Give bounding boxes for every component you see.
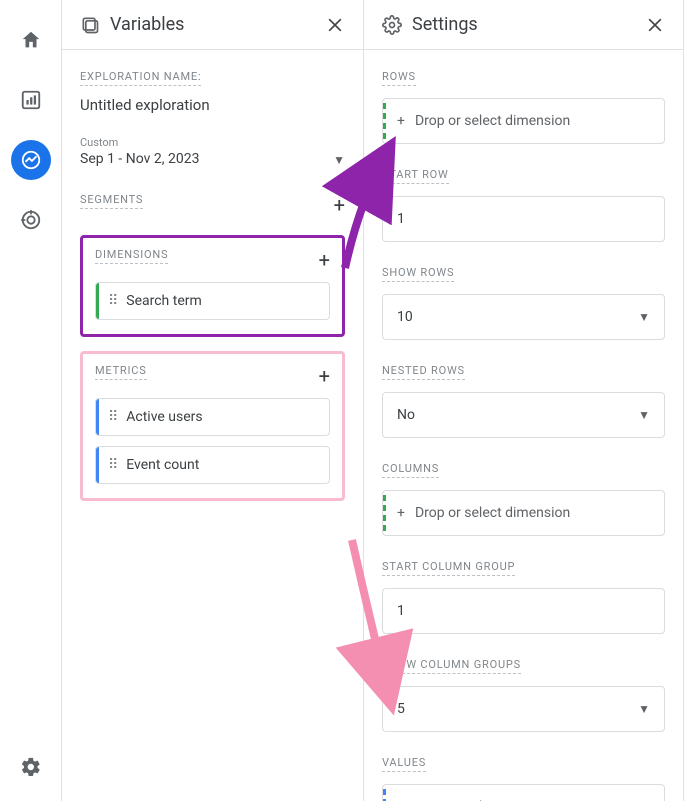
chevron-down-icon: ▼: [638, 310, 650, 324]
advertising-icon[interactable]: [11, 200, 51, 240]
start-col-input[interactable]: 1: [382, 588, 665, 634]
dimensions-label: DIMENSIONS: [95, 248, 168, 264]
add-segment-button[interactable]: +: [334, 195, 345, 215]
chevron-down-icon: ▼: [333, 153, 345, 167]
chevron-down-icon: ▼: [638, 702, 650, 716]
settings-title: Settings: [412, 14, 635, 35]
metrics-label: METRICS: [95, 364, 147, 380]
exploration-name-label: EXPLORATION NAME:: [80, 70, 201, 86]
show-col-select[interactable]: 5 ▼: [382, 686, 665, 732]
plus-icon: +: [397, 505, 405, 521]
show-col-label: SHOW COLUMN GROUPS: [382, 658, 521, 674]
start-col-value: 1: [397, 603, 405, 619]
add-metric-button[interactable]: +: [319, 366, 330, 386]
date-range-custom-label: Custom: [80, 136, 199, 149]
show-rows-label: SHOW ROWS: [382, 266, 454, 282]
close-variables-button[interactable]: [325, 15, 345, 35]
exploration-name-value[interactable]: Untitled exploration: [80, 96, 345, 114]
metric-chip[interactable]: ⠿ Event count: [95, 446, 330, 484]
show-rows-select[interactable]: 10 ▼: [382, 294, 665, 340]
add-dimension-button[interactable]: +: [319, 250, 330, 270]
values-label: VALUES: [382, 756, 426, 772]
reports-icon[interactable]: [11, 80, 51, 120]
values-dropzone[interactable]: + Drop or select metric: [382, 784, 665, 801]
columns-dropzone-label: Drop or select dimension: [415, 505, 570, 521]
segments-label: SEGMENTS: [80, 193, 143, 209]
exploration-name-block: EXPLORATION NAME: Untitled exploration: [80, 68, 345, 114]
variables-panel: Variables EXPLORATION NAME: Untitled exp…: [62, 0, 364, 801]
plus-icon: +: [397, 113, 405, 129]
date-range-selector[interactable]: Custom Sep 1 - Nov 2, 2023 ▼: [80, 136, 345, 167]
settings-panel: Settings ROWS + Drop or select dimension…: [364, 0, 684, 801]
drag-handle-icon: ⠿: [108, 293, 116, 309]
start-row-value: 1: [397, 211, 405, 227]
settings-gear-icon[interactable]: [11, 747, 51, 787]
show-col-value: 5: [397, 701, 405, 717]
settings-icon: [382, 15, 402, 35]
close-settings-button[interactable]: [645, 15, 665, 35]
dimension-chip[interactable]: ⠿ Search term: [95, 282, 330, 320]
drag-handle-icon: ⠿: [108, 409, 116, 425]
variables-title: Variables: [110, 14, 315, 35]
start-row-label: START ROW: [382, 168, 449, 184]
start-col-label: START COLUMN GROUP: [382, 560, 515, 576]
nav-rail: [0, 0, 62, 801]
columns-label: COLUMNS: [382, 462, 439, 478]
home-icon[interactable]: [11, 20, 51, 60]
metric-chip[interactable]: ⠿ Active users: [95, 398, 330, 436]
nested-rows-value: No: [397, 407, 415, 423]
nested-rows-select[interactable]: No ▼: [382, 392, 665, 438]
show-rows-value: 10: [397, 309, 413, 325]
columns-dropzone[interactable]: + Drop or select dimension: [382, 490, 665, 536]
drag-handle-icon: ⠿: [108, 457, 116, 473]
variables-icon: [80, 15, 100, 35]
rows-dropzone-label: Drop or select dimension: [415, 113, 570, 129]
metric-chip-label: Event count: [126, 457, 199, 473]
dimensions-highlight: DIMENSIONS + ⠿ Search term: [80, 235, 345, 337]
dimension-chip-label: Search term: [126, 293, 202, 309]
metric-chip-label: Active users: [126, 409, 202, 425]
explore-icon[interactable]: [11, 140, 51, 180]
start-row-input[interactable]: 1: [382, 196, 665, 242]
rows-label: ROWS: [382, 70, 416, 86]
nested-rows-label: NESTED ROWS: [382, 364, 465, 380]
date-range-value: Sep 1 - Nov 2, 2023: [80, 151, 199, 167]
metrics-highlight: METRICS + ⠿ Active users ⠿ Event count: [80, 351, 345, 501]
rows-dropzone[interactable]: + Drop or select dimension: [382, 98, 665, 144]
chevron-down-icon: ▼: [638, 408, 650, 422]
